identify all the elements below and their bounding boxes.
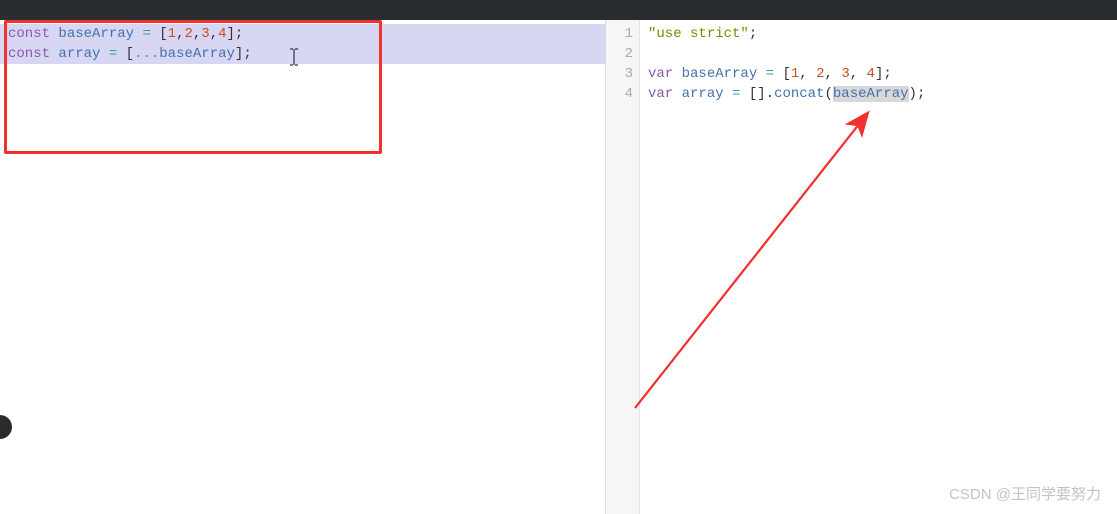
num-2: 2 — [184, 26, 192, 42]
keyword-const: const — [8, 26, 50, 42]
comma: , — [210, 26, 218, 42]
comma: , — [825, 66, 842, 82]
left-code-line-2[interactable]: const array = [...baseArray]; — [0, 44, 605, 64]
string-quote: " — [740, 26, 748, 42]
right-code-line-2[interactable] — [640, 44, 925, 64]
bracket-empty: [] — [749, 86, 766, 102]
op-equals: = — [100, 46, 125, 62]
identifier-array: array — [682, 86, 724, 102]
line-number: 1 — [606, 24, 639, 44]
spread-operator: ... — [134, 46, 159, 62]
left-code[interactable]: const baseArray = [1,2,3,4]; const array… — [0, 20, 605, 64]
op-equals: = — [134, 26, 159, 42]
left-edge-handle[interactable] — [0, 415, 12, 439]
op-equals: = — [724, 86, 749, 102]
left-editor-pane[interactable]: const baseArray = [1,2,3,4]; const array… — [0, 20, 605, 514]
identifier-baseArray: baseArray — [58, 26, 134, 42]
dot: . — [766, 86, 774, 102]
num-2: 2 — [816, 66, 824, 82]
split-panes: const baseArray = [1,2,3,4]; const array… — [0, 20, 1117, 514]
string-use-strict: use strict — [656, 26, 740, 42]
comma: , — [799, 66, 816, 82]
right-editor-pane[interactable]: 1 2 3 4 "use strict"; var baseArray = [1… — [606, 20, 1117, 514]
line-number: 4 — [606, 84, 639, 104]
keyword-var: var — [648, 86, 673, 102]
semicolon: ; — [243, 46, 251, 62]
fn-concat: concat — [774, 86, 824, 102]
left-code-line-1[interactable]: const baseArray = [1,2,3,4]; — [0, 24, 605, 44]
num-1: 1 — [168, 26, 176, 42]
line-number: 3 — [606, 64, 639, 84]
num-4: 4 — [218, 26, 226, 42]
right-code-line-3[interactable]: var baseArray = [1, 2, 3, 4]; — [640, 64, 925, 84]
right-code-line-4[interactable]: var array = [].concat(baseArray); — [640, 84, 925, 104]
line-number: 2 — [606, 44, 639, 64]
bracket-open: [ — [159, 26, 167, 42]
op-equals: = — [757, 66, 782, 82]
num-4: 4 — [867, 66, 875, 82]
num-3: 3 — [841, 66, 849, 82]
keyword-const: const — [8, 46, 50, 62]
keyword-var: var — [648, 66, 673, 82]
semicolon: ; — [883, 66, 891, 82]
identifier-array: array — [58, 46, 100, 62]
paren-close: ) — [909, 86, 917, 102]
identifier-baseArray-highlight: baseArray — [833, 86, 909, 102]
line-number-gutter: 1 2 3 4 — [606, 20, 640, 514]
window-topbar — [0, 0, 1117, 20]
identifier-baseArray-ref: baseArray — [159, 46, 235, 62]
bracket-close: ] — [227, 26, 235, 42]
comma: , — [850, 66, 867, 82]
right-code-line-1[interactable]: "use strict"; — [640, 24, 925, 44]
right-code[interactable]: "use strict"; var baseArray = [1, 2, 3, … — [640, 20, 925, 514]
bracket-open: [ — [782, 66, 790, 82]
num-3: 3 — [201, 26, 209, 42]
semicolon: ; — [917, 86, 925, 102]
semicolon: ; — [749, 26, 757, 42]
semicolon: ; — [235, 26, 243, 42]
watermark-text: CSDN @王同学要努力 — [949, 483, 1101, 504]
paren-open: ( — [825, 86, 833, 102]
bracket-open: [ — [126, 46, 134, 62]
identifier-baseArray: baseArray — [682, 66, 758, 82]
